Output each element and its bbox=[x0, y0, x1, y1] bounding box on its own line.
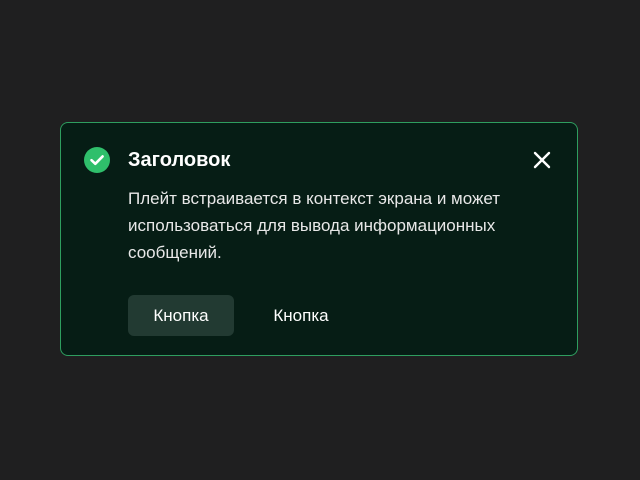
plate-title: Заголовок bbox=[128, 149, 231, 171]
notification-plate: Заголовок Плейт встраивается в контекст … bbox=[60, 122, 578, 356]
primary-button[interactable]: Кнопка bbox=[128, 295, 234, 336]
check-circle-icon bbox=[84, 147, 110, 173]
close-icon bbox=[530, 151, 554, 175]
close-button[interactable] bbox=[530, 148, 554, 172]
secondary-button[interactable]: Кнопка bbox=[251, 295, 351, 336]
plate-message: Плейт встраивается в контекст экрана и м… bbox=[128, 189, 501, 262]
